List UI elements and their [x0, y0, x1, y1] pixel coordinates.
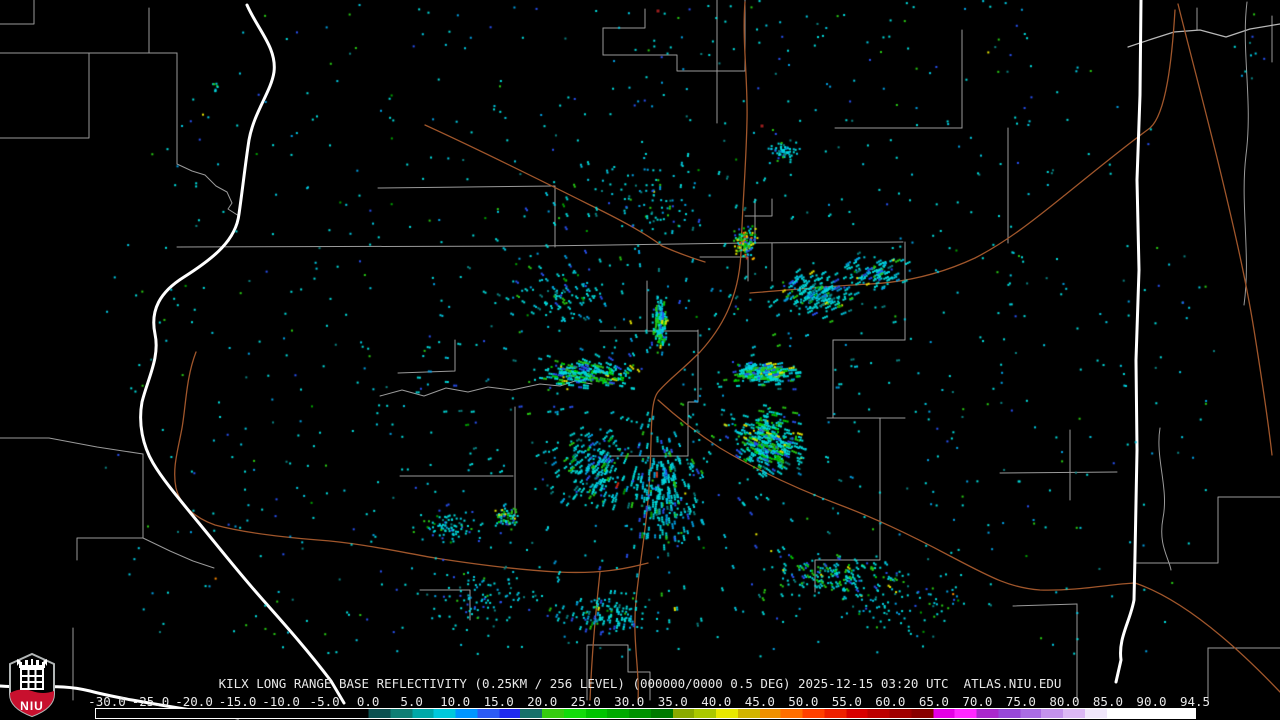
colorbar-tick-label: 10.0 — [440, 695, 470, 708]
colorbar-tick-label: -10.0 — [262, 695, 300, 708]
colorbar-tick-label: -25.0 — [132, 695, 170, 708]
colorbar-tick-label: -5.0 — [310, 695, 340, 708]
colorbar-tick-label: 40.0 — [701, 695, 731, 708]
colorbar-tick-label: 45.0 — [745, 695, 775, 708]
colorbar-tick-label: -15.0 — [219, 695, 257, 708]
colorbar-tick-label: 35.0 — [658, 695, 688, 708]
colorbar-tick-label: 94.5 — [1180, 695, 1210, 708]
colorbar-tick-label: -20.0 — [175, 695, 213, 708]
colorbar-tick-label: 25.0 — [571, 695, 601, 708]
colorbar-tick-label: -30.0 — [88, 695, 126, 708]
colorbar-tick-label: 85.0 — [1093, 695, 1123, 708]
colorbar-tick-label: 5.0 — [400, 695, 423, 708]
colorbar-tick-label: 80.0 — [1049, 695, 1079, 708]
colorbar-tick-label: 90.0 — [1136, 695, 1166, 708]
niu-logo-text: NIU — [20, 699, 44, 713]
colorbar-tick-label: 30.0 — [614, 695, 644, 708]
colorbar-tick-label: 50.0 — [788, 695, 818, 708]
colorbar-tick-label: 55.0 — [832, 695, 862, 708]
colorbar-tick-label: 20.0 — [527, 695, 557, 708]
radar-viewer: KILX LONG RANGE BASE REFLECTIVITY (0.25K… — [0, 0, 1280, 720]
radar-caption: KILX LONG RANGE BASE REFLECTIVITY (0.25K… — [0, 677, 1280, 691]
colorbar-tick-label: 65.0 — [919, 695, 949, 708]
colorbar-tick-label: 75.0 — [1006, 695, 1036, 708]
niu-castle-icon — [17, 659, 47, 690]
colorbar-labels: -30.0 -25.0 -20.0 -15.0 -10.0 -5.0 0.0 5.0 10.0 1… — [0, 695, 1280, 708]
colorbar-tick-label: 60.0 — [875, 695, 905, 708]
colorbar-tick-label: 70.0 — [962, 695, 992, 708]
colorbar — [95, 708, 1196, 719]
niu-logo: NIU — [7, 652, 57, 718]
colorbar-tick-label: 15.0 — [484, 695, 514, 708]
colorbar-tick-label: 0.0 — [357, 695, 380, 708]
radar-echoes — [0, 0, 1280, 720]
